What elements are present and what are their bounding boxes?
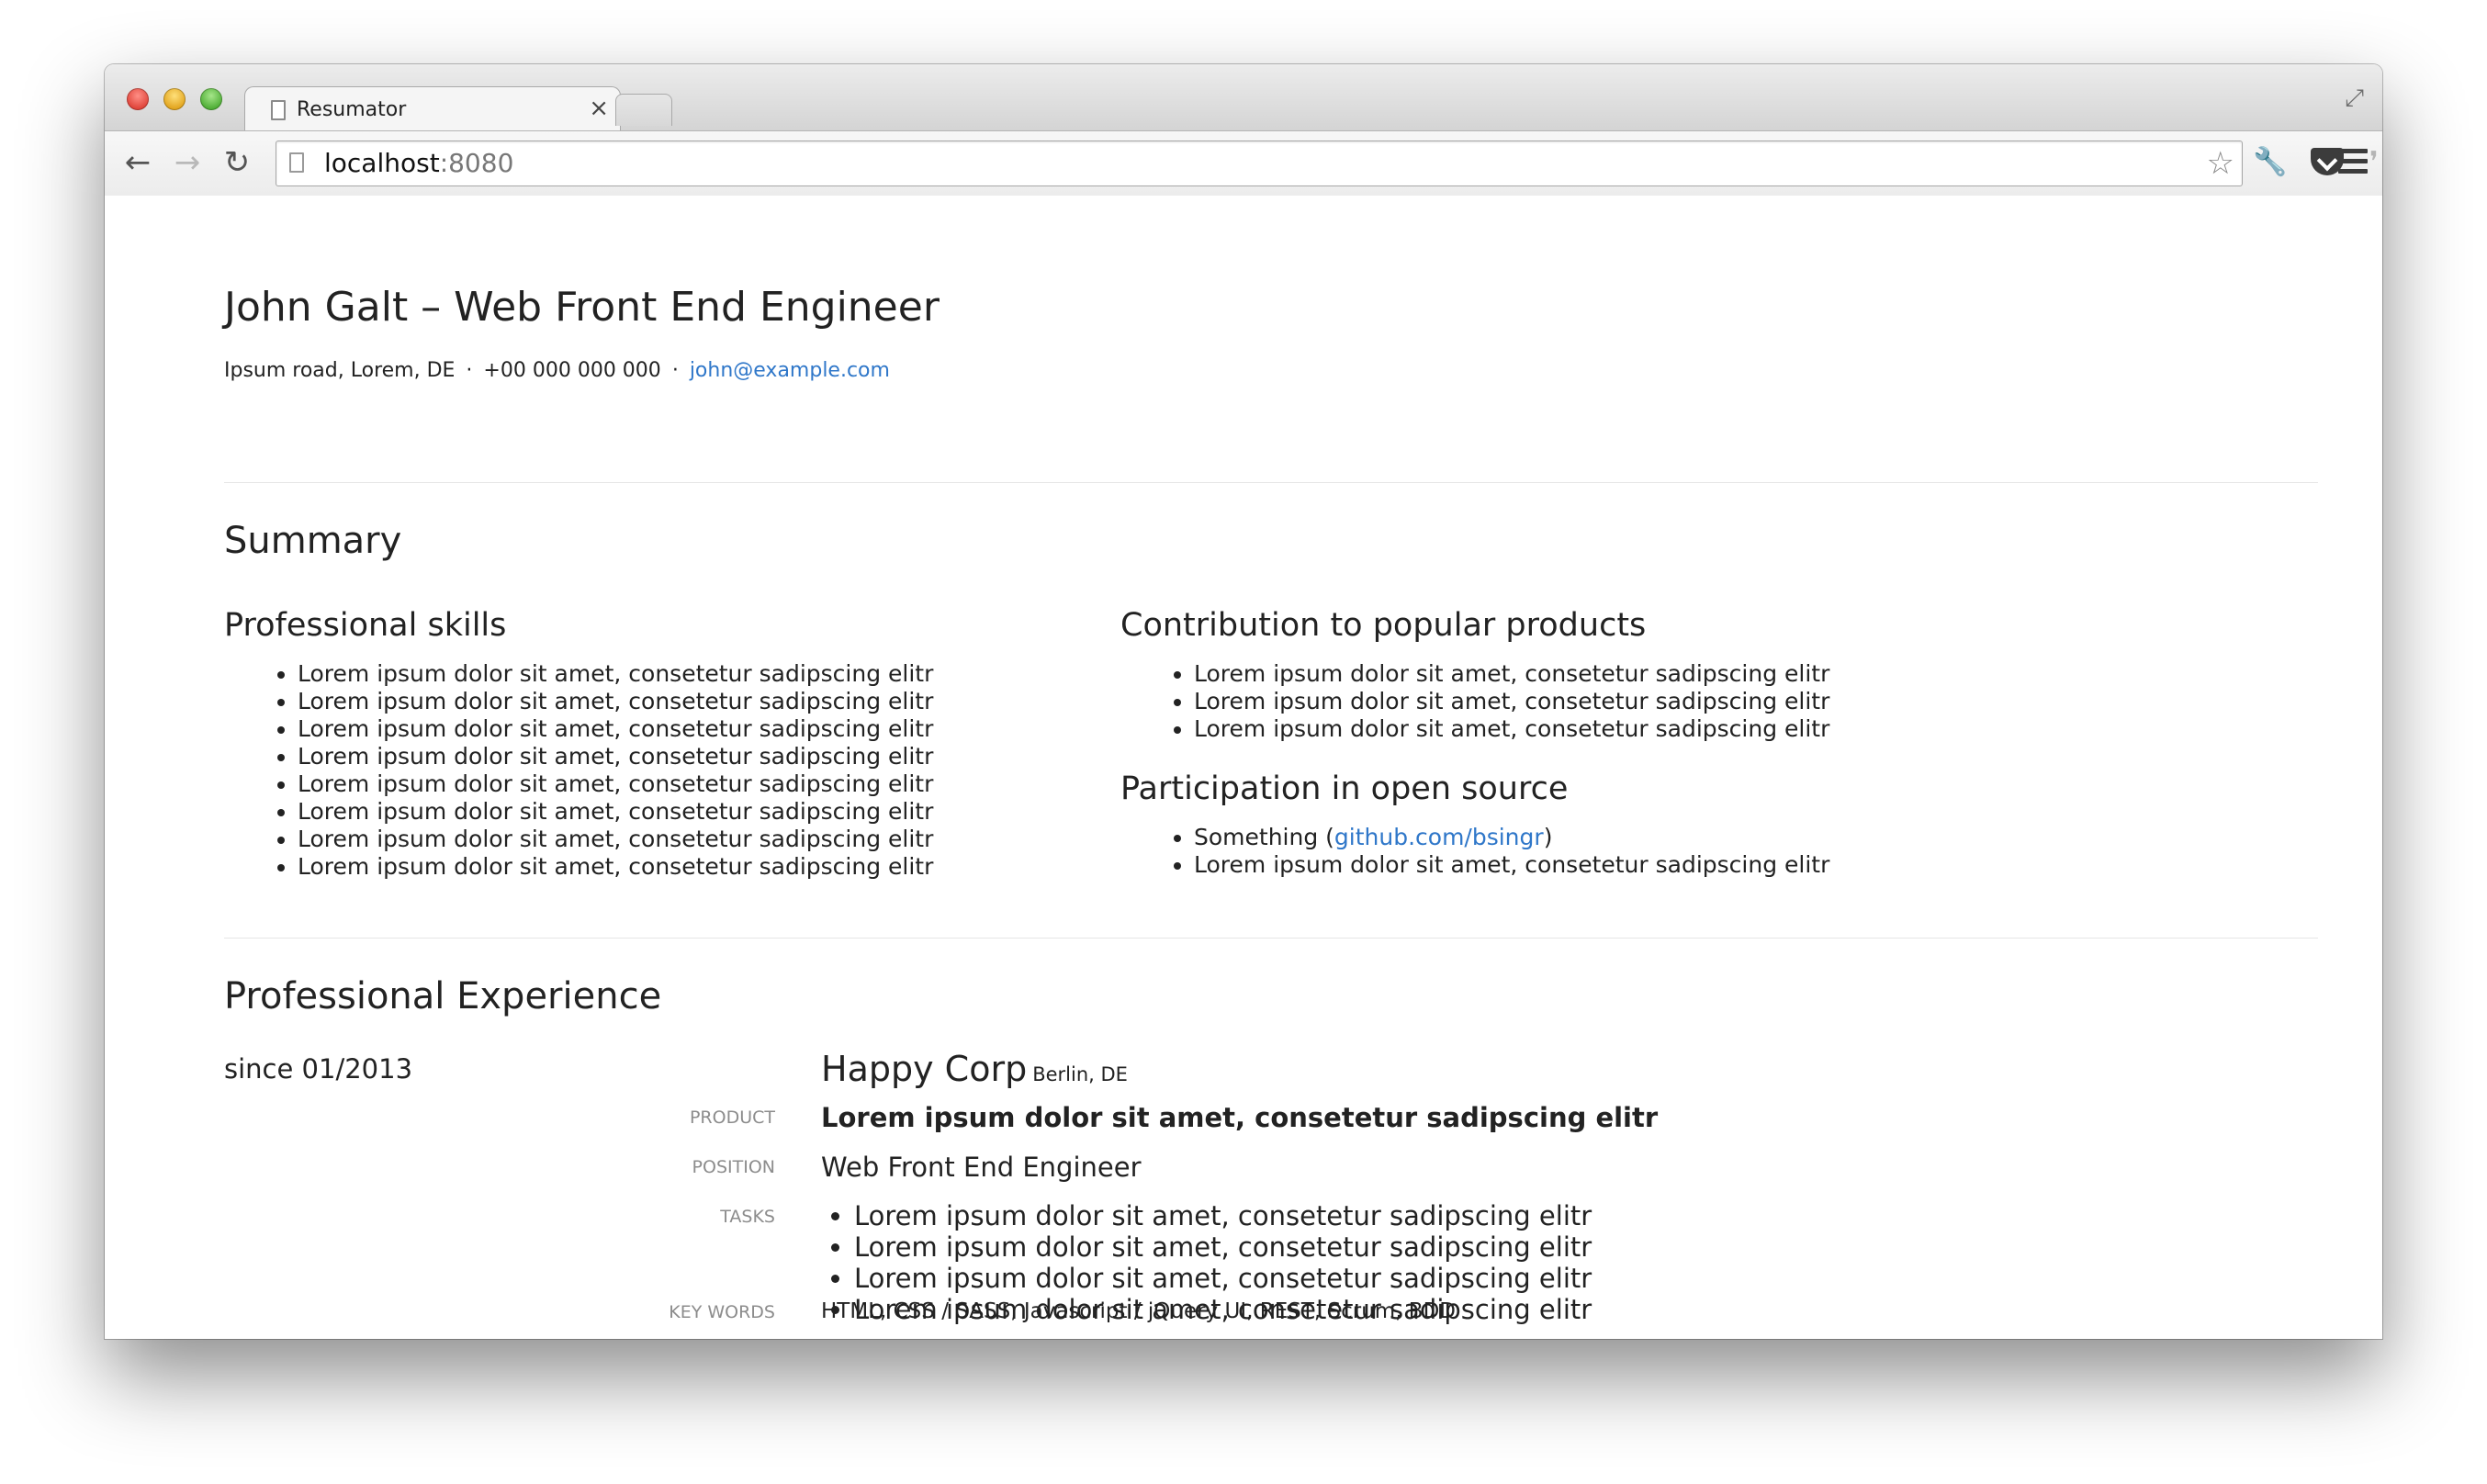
url-text[interactable]: localhost:8080 (324, 147, 513, 180)
tab-resumator[interactable]: Resumator × (244, 86, 621, 133)
minimize-window-button[interactable] (163, 88, 186, 110)
list-item: Lorem ipsum dolor sit amet, consetetur s… (1194, 660, 1829, 688)
open-source-text: Something ( (1194, 824, 1334, 850)
title-bar: Resumator × ⤢ (105, 64, 2382, 133)
separator-dot: · (466, 359, 473, 382)
forward-arrow-icon[interactable]: → (167, 142, 208, 183)
contact-email-link[interactable]: john@example.com (690, 359, 890, 382)
menu-icon[interactable] (2338, 149, 2368, 174)
page-title: John Galt – Web Front End Engineer (224, 284, 940, 331)
list-item: Lorem ipsum dolor sit amet, consetetur s… (1194, 715, 1829, 743)
url-port: :8080 (439, 148, 514, 178)
contribution-list: Lorem ipsum dolor sit amet, consetetur s… (1120, 660, 1829, 743)
tab-title: Resumator (297, 98, 407, 121)
product-label: Product (689, 1107, 775, 1128)
address-bar[interactable]: localhost:8080 ☆ (276, 141, 2243, 186)
product-value: Lorem ipsum dolor sit amet, consetetur s… (821, 1102, 1659, 1133)
open-source-close-paren: ) (1543, 824, 1553, 850)
tab-close-icon[interactable]: × (589, 95, 609, 122)
contact-address: Ipsum road, Lorem, DE (224, 359, 456, 382)
fullscreen-icon[interactable]: ⤢ (2345, 84, 2364, 113)
skills-heading: Professional skills (224, 607, 507, 644)
open-source-heading: Participation in open source (1120, 770, 1569, 807)
contribution-heading: Contribution to popular products (1120, 607, 1647, 644)
list-item: Lorem ipsum dolor sit amet, consetetur s… (298, 853, 933, 881)
position-label: Position (692, 1157, 775, 1177)
new-tab-button[interactable] (615, 94, 672, 126)
list-item: Lorem ipsum dolor sit amet, consetetur s… (298, 770, 933, 798)
summary-heading: Summary (224, 520, 402, 562)
position-value: Web Front End Engineer (821, 1152, 1142, 1183)
list-item: Lorem ipsum dolor sit amet, consetetur s… (298, 660, 933, 688)
separator-dot: · (671, 359, 679, 382)
divider (224, 938, 2318, 939)
url-host: localhost (324, 148, 440, 178)
browser-toolbar: ← → ↻ localhost:8080 ☆ 🔧 ❜ (105, 130, 2382, 197)
document-icon (271, 100, 286, 120)
list-item: Lorem ipsum dolor sit amet, consetetur s… (298, 798, 933, 826)
list-item: Lorem ipsum dolor sit amet, consetetur s… (854, 1263, 1592, 1294)
tasks-label: Tasks (720, 1207, 775, 1227)
open-source-list: Something (github.com/bsingr) Lorem ipsu… (1120, 824, 1829, 879)
page-icon (289, 152, 304, 173)
list-item: Lorem ipsum dolor sit amet, consetetur s… (854, 1200, 1592, 1231)
experience-heading: Professional Experience (224, 975, 662, 1017)
list-item: Lorem ipsum dolor sit amet, consetetur s… (1194, 688, 1829, 715)
list-item: Lorem ipsum dolor sit amet, consetetur s… (854, 1231, 1592, 1263)
github-link[interactable]: github.com/bsingr (1334, 824, 1544, 850)
list-item: Lorem ipsum dolor sit amet, consetetur s… (298, 715, 933, 743)
contact-phone: +00 000 000 000 (483, 359, 661, 382)
keywords-value: HTML, CSS / SASS, Javascript / jQuery UI… (821, 1299, 1457, 1323)
screen: Resumator × ⤢ ← → ↻ localhost:8080 ☆ 🔧 ❜ (0, 0, 2487, 1484)
browser-window: Resumator × ⤢ ← → ↻ localhost:8080 ☆ 🔧 ❜ (105, 64, 2382, 1339)
page-content: John Galt – Web Front End Engineer Ipsum… (105, 196, 2382, 1339)
company-name: Happy Corp Berlin, DE (821, 1048, 1128, 1096)
contact-line: Ipsum road, Lorem, DE · +00 000 000 000 · jo… (224, 357, 890, 385)
list-item: Lorem ipsum dolor sit amet, consetetur s… (1194, 851, 1829, 879)
divider (224, 482, 2318, 483)
list-item: Something (github.com/bsingr) (1194, 824, 1829, 851)
back-arrow-icon[interactable]: ← (118, 142, 158, 183)
zoom-window-button[interactable] (200, 88, 222, 110)
company-title: Happy Corp (821, 1049, 1028, 1089)
job-date: since 01/2013 (224, 1053, 413, 1085)
skills-list: Lorem ipsum dolor sit amet, consetetur s… (224, 660, 933, 881)
keywords-label: Key words (669, 1302, 775, 1322)
bookmark-star-icon[interactable]: ☆ (2207, 145, 2234, 182)
reload-icon[interactable]: ↻ (217, 142, 257, 183)
close-window-button[interactable] (127, 88, 149, 110)
company-location: Berlin, DE (1032, 1063, 1128, 1085)
list-item: Lorem ipsum dolor sit amet, consetetur s… (298, 826, 933, 853)
list-item: Lorem ipsum dolor sit amet, consetetur s… (298, 688, 933, 715)
wrench-icon[interactable]: 🔧 (2252, 144, 2289, 181)
list-item: Lorem ipsum dolor sit amet, consetetur s… (298, 743, 933, 770)
